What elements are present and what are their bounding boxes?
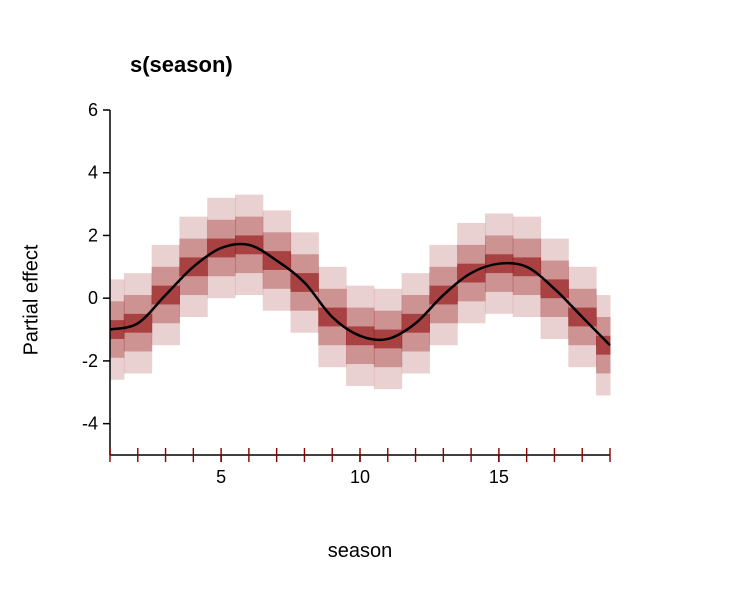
y-tick-label: 6 (88, 100, 98, 120)
y-tick-label: 0 (88, 288, 98, 308)
y-tick-label: -2 (82, 351, 98, 371)
x-tick-label: 15 (489, 467, 509, 487)
y-tick-label: -4 (82, 414, 98, 434)
y-tick-label: 4 (88, 163, 98, 183)
y-tick-label: 2 (88, 225, 98, 245)
chart-container: s(season) Partial effect season -4-20246… (0, 0, 750, 600)
x-tick-label: 5 (216, 467, 226, 487)
x-tick-label: 10 (350, 467, 370, 487)
plot-area: -4 -2 0 2 4 6 5 10 15 (0, 0, 750, 600)
